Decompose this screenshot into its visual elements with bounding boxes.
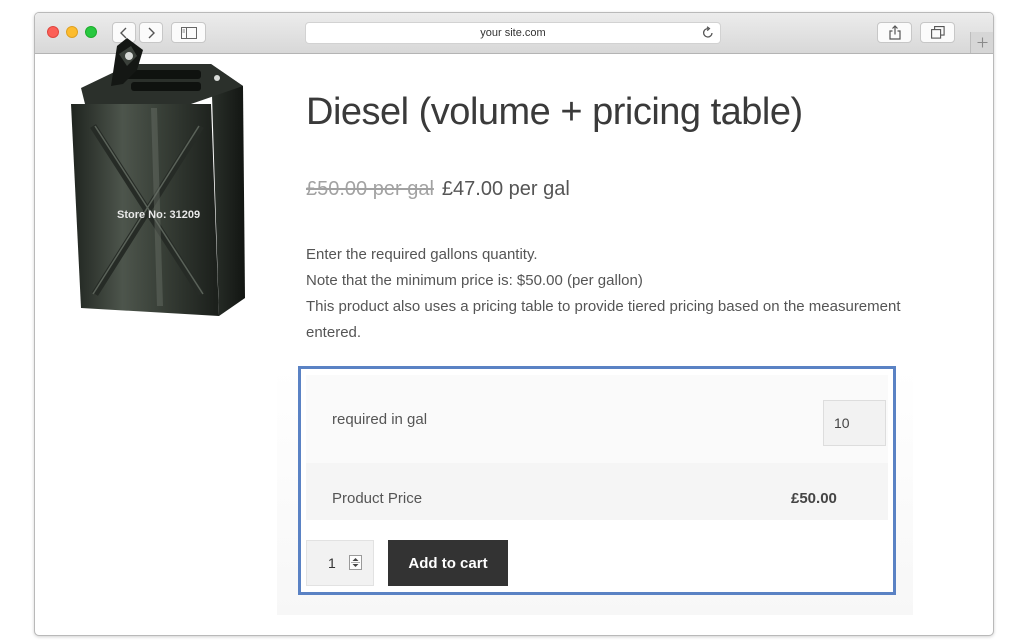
share-icon — [888, 25, 901, 40]
reload-icon[interactable] — [702, 26, 714, 39]
address-text: your site.com — [480, 27, 546, 39]
description-line: This product also uses a pricing table t… — [306, 298, 901, 341]
add-to-cart-button[interactable]: Add to cart — [388, 540, 508, 586]
spinner-arrows-icon[interactable] — [349, 555, 362, 570]
measurement-pricing-box: required in gal Product Price £50.00 1 A… — [298, 366, 896, 595]
product-price-label: Product Price — [332, 490, 423, 507]
share-button[interactable] — [877, 22, 912, 43]
product-description: Enter the required gallons quantity. Not… — [306, 242, 916, 346]
old-price: £50.00 per gal — [306, 178, 434, 200]
quantity-value: 1 — [328, 555, 336, 571]
plus-icon — [977, 37, 988, 48]
description-line: Note that the minimum price is: $50.00 (… — [306, 272, 643, 289]
quantity-stepper[interactable]: 1 — [306, 540, 374, 586]
product-image: Store No: 31209 — [71, 38, 245, 316]
measurement-row: required in gal — [306, 375, 888, 463]
product-price: £50.00 per gal £47.00 per gal — [306, 178, 570, 201]
product-price-row: Product Price £50.00 — [306, 463, 888, 520]
current-price: £47.00 per gal — [441, 178, 570, 200]
new-tab-button[interactable] — [970, 32, 993, 53]
product-title: Diesel (volume + pricing table) — [306, 91, 803, 133]
measurement-label: required in gal — [332, 411, 428, 428]
gallons-input[interactable] — [823, 400, 886, 446]
close-window-button[interactable] — [47, 26, 59, 38]
browser-window: your site.com Store No: 31209 Diesel (vo… — [34, 12, 994, 636]
product-price-value: £50.00 — [791, 490, 837, 507]
tabs-button[interactable] — [920, 22, 955, 43]
image-watermark: Store No: 31209 — [117, 209, 200, 221]
tabs-icon — [930, 26, 945, 39]
description-line: Enter the required gallons quantity. — [306, 246, 538, 263]
address-bar[interactable]: your site.com — [305, 22, 721, 44]
